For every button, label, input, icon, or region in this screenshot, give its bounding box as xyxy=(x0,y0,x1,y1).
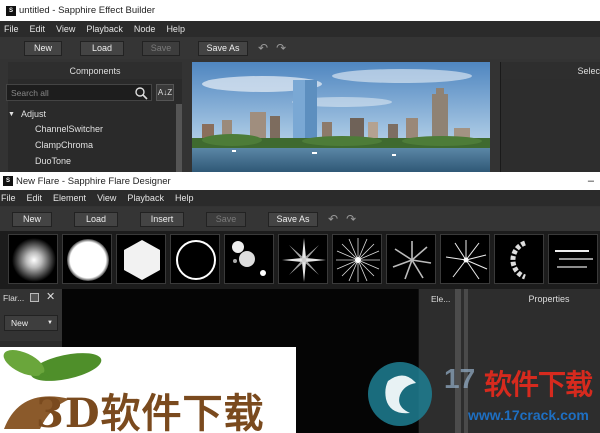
watermark-right-text: 软件下载 xyxy=(484,369,593,400)
menu-view[interactable]: View xyxy=(97,193,116,203)
effect-builder-menubar: File Edit View Playback Node Help xyxy=(0,21,600,37)
category-adjust[interactable]: ▼ Adjust xyxy=(8,106,174,122)
dragon-logo-icon xyxy=(368,362,432,426)
watermark-url: www.17crack.com xyxy=(468,407,589,423)
menu-playback[interactable]: Playback xyxy=(127,193,164,203)
load-button[interactable]: Load xyxy=(80,40,124,56)
sapphire-app-icon: S xyxy=(6,5,16,16)
new-button[interactable]: New xyxy=(12,211,52,227)
preset-glow[interactable] xyxy=(8,234,58,284)
watermark-left-text: 3D软件下载 xyxy=(36,390,265,433)
menu-help[interactable]: Help xyxy=(166,24,185,34)
sapphire-app-icon: S xyxy=(3,176,13,186)
menu-help[interactable]: Help xyxy=(175,193,194,203)
preset-spiky-star[interactable] xyxy=(440,234,490,284)
menu-view[interactable]: View xyxy=(56,24,75,34)
flare-designer-toolbar: New Load Insert Save Save As ↶ ↷ xyxy=(0,207,600,231)
search-input[interactable]: Search all xyxy=(6,84,152,101)
search-icon[interactable] xyxy=(134,86,148,100)
spiky-star-icon xyxy=(445,240,488,280)
disk-icon xyxy=(67,239,109,281)
glow-icon xyxy=(12,238,56,282)
menu-playback[interactable]: Playback xyxy=(86,24,123,34)
properties-header: Properties xyxy=(528,294,570,304)
menu-edit[interactable]: Edit xyxy=(30,24,46,34)
save-button[interactable]: Save xyxy=(206,211,246,227)
preset-star-4[interactable] xyxy=(278,234,328,284)
effect-builder-toolbar: New Load Save Save As ↶ ↷ xyxy=(0,37,600,59)
preset-bubbles[interactable] xyxy=(224,234,274,284)
menu-edit[interactable]: Edit xyxy=(27,193,43,203)
save-as-button[interactable]: Save As xyxy=(268,211,318,227)
watermark-17crack: 17 软件下载 www.17crack.com xyxy=(360,355,600,433)
close-icon[interactable]: ✕ xyxy=(46,290,55,303)
effect-builder-title: untitled - Sapphire Effect Builder xyxy=(19,5,156,16)
radial-streaks-icon xyxy=(392,241,432,280)
preset-arc[interactable] xyxy=(494,234,544,284)
redo-icon[interactable]: ↷ xyxy=(346,212,356,226)
save-as-button[interactable]: Save As xyxy=(198,40,248,56)
effect-builder-titlebar: S untitled - Sapphire Effect Builder xyxy=(0,0,600,21)
flare-designer-menubar: File Edit Element View Playback Help xyxy=(0,190,600,206)
sort-az-icon[interactable]: A↓Z xyxy=(156,84,174,101)
effect-builder-window: S untitled - Sapphire Effect Builder Fil… xyxy=(0,0,600,172)
arc-icon xyxy=(510,240,527,280)
selection-header: Selec xyxy=(501,62,600,79)
watermark-right-number: 17 xyxy=(444,363,476,394)
preset-radial-streaks[interactable] xyxy=(386,234,436,284)
undo-icon[interactable]: ↶ xyxy=(258,41,268,55)
preview-viewer xyxy=(192,62,490,172)
category-label: Adjust xyxy=(20,109,46,119)
bubbles-icon xyxy=(232,241,266,276)
redo-icon[interactable]: ↷ xyxy=(276,41,286,55)
components-scrollbar[interactable] xyxy=(176,104,182,172)
boston-skyline-image xyxy=(192,62,490,172)
preset-ring[interactable] xyxy=(170,234,220,284)
dropdown-label: New xyxy=(11,318,29,328)
menu-file[interactable]: File xyxy=(1,193,16,203)
hexagon-icon xyxy=(124,240,160,280)
save-button[interactable]: Save xyxy=(142,40,180,56)
minimize-button[interactable]: – xyxy=(588,175,594,187)
flare-element-presets xyxy=(0,231,600,289)
menu-file[interactable]: File xyxy=(4,24,19,34)
elements-header: Ele... xyxy=(431,294,451,304)
preset-streaks[interactable] xyxy=(548,234,598,284)
undo-icon[interactable]: ↶ xyxy=(328,212,338,226)
preset-hexagon[interactable] xyxy=(116,234,166,284)
flare-panel-header: Flar... xyxy=(3,293,25,303)
preset-starburst[interactable] xyxy=(332,234,382,284)
expand-triangle-icon: ▼ xyxy=(8,110,15,118)
components-header: Components xyxy=(8,62,182,79)
flare-designer-title: New Flare - Sapphire Flare Designer xyxy=(16,175,171,187)
menu-node[interactable]: Node xyxy=(134,24,156,34)
insert-button[interactable]: Insert xyxy=(140,211,184,227)
star-icon xyxy=(282,238,326,282)
preset-disk[interactable] xyxy=(62,234,112,284)
starburst-icon xyxy=(336,238,380,282)
streaks-icon xyxy=(555,250,593,268)
load-button[interactable]: Load xyxy=(74,211,118,227)
flare-designer-titlebar: S New Flare - Sapphire Flare Designer – xyxy=(0,172,600,190)
watermark-3d-logo: 3D软件下载 xyxy=(0,347,296,433)
float-panel-icon[interactable] xyxy=(30,293,39,302)
new-flare-dropdown[interactable]: New ▼ xyxy=(4,315,58,331)
menu-element[interactable]: Element xyxy=(53,193,86,203)
new-button[interactable]: New xyxy=(24,40,62,56)
ring-icon xyxy=(176,240,216,280)
chevron-down-icon: ▼ xyxy=(47,320,53,326)
